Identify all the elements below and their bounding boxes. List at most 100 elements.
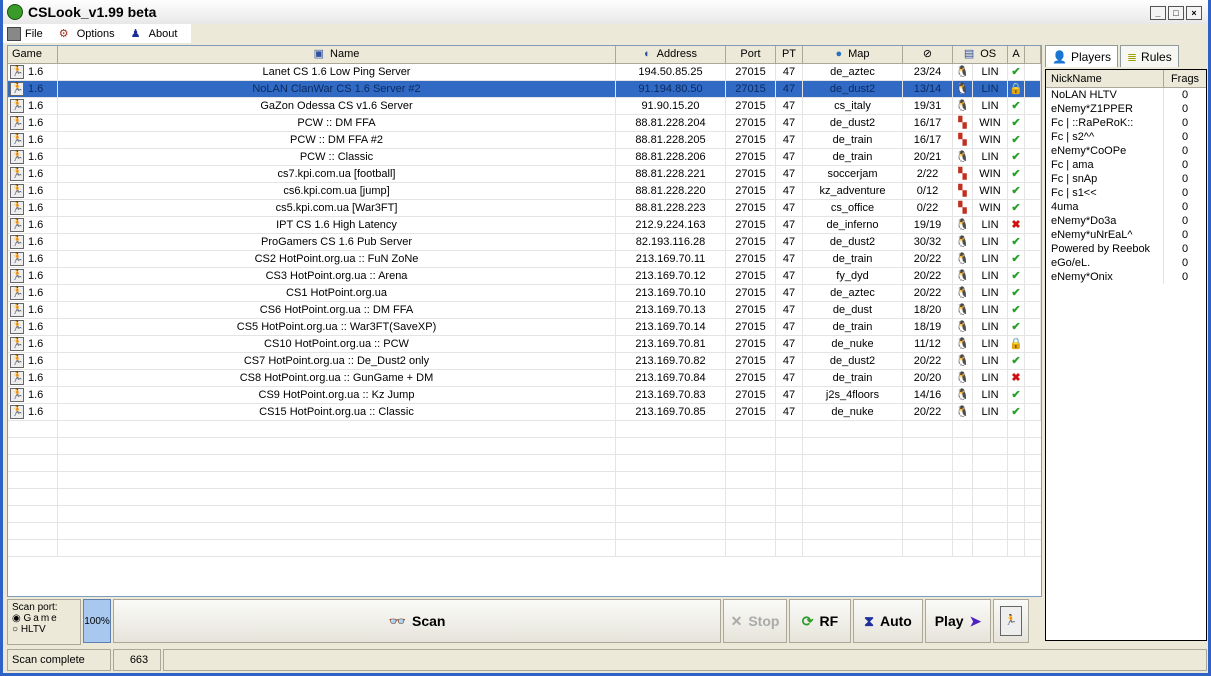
app-logo-icon — [7, 4, 23, 20]
game-cell: 🏃 1.6 — [8, 370, 58, 386]
server-list[interactable]: Game ▣ Name ◐ Address Port PT ● Map ⊘ ▤ OS A… — [7, 45, 1042, 597]
col-pt[interactable]: PT — [776, 46, 803, 63]
status-empty — [163, 649, 1207, 671]
player-row[interactable]: eNemy*uNrEaL^ 0 — [1046, 228, 1206, 242]
game-version: 1.6 — [28, 389, 44, 401]
server-row[interactable]: 🏃 1.6 PCW :: DM FFA #2 88.81.228.205 2701… — [8, 132, 1041, 149]
rf-button[interactable]: ⟳ RF — [789, 599, 851, 643]
col-os[interactable]: ▤ OS — [953, 46, 1008, 63]
menu-file[interactable]: File — [7, 26, 43, 41]
status-bar: Scan complete 663 — [7, 649, 1207, 671]
server-row[interactable]: 🏃 1.6 cs7.kpi.com.ua [football] 88.81.228… — [8, 166, 1041, 183]
server-row[interactable]: 🏃 1.6 ProGamers CS 1.6 Pub Server 82.193.… — [8, 234, 1041, 251]
player-row[interactable]: Fc | s1<< 0 — [1046, 186, 1206, 200]
players-list[interactable]: NickName Frags NoLAN HLTV 0 eNemy*Z1PPER 0 F… — [1045, 69, 1207, 641]
cs-launch-button[interactable]: 🏃 — [993, 599, 1029, 643]
menu-about[interactable]: ♟ About — [131, 27, 178, 41]
game-version: 1.6 — [28, 185, 44, 197]
server-row[interactable]: 🏃 1.6 CS15 HotPoint.org.ua :: Classic 213… — [8, 404, 1041, 421]
server-players: 16/17 — [903, 115, 953, 131]
server-map: cs_italy — [803, 98, 903, 114]
cs-game-icon: 🏃 — [10, 405, 24, 419]
check-icon: ✔ — [1008, 319, 1025, 335]
radio-hltv[interactable]: ○ HLTV — [12, 624, 76, 635]
radio-game[interactable]: ◉ Game — [12, 613, 76, 624]
server-map: de_train — [803, 149, 903, 165]
scan-button[interactable]: 👓 Scan — [113, 599, 721, 643]
server-os: WIN — [973, 166, 1008, 182]
player-row[interactable]: Fc | snAp 0 — [1046, 172, 1206, 186]
server-players: 18/19 — [903, 319, 953, 335]
play-button[interactable]: Play ➤ — [925, 599, 991, 643]
server-row[interactable]: 🏃 1.6 CS2 HotPoint.org.ua :: FuN ZoNe 213… — [8, 251, 1041, 268]
server-row[interactable]: 🏃 1.6 IPT CS 1.6 High Latency 212.9.224.1… — [8, 217, 1041, 234]
menu-options[interactable]: ⚙ Options — [59, 27, 115, 41]
menu-about-label: About — [148, 27, 178, 40]
empty-row — [8, 438, 1041, 455]
server-name: cs5.kpi.com.ua [War3FT] — [58, 200, 616, 216]
player-row[interactable]: NoLAN HLTV 0 — [1046, 88, 1206, 102]
player-row[interactable]: eNemy*Do3a 0 — [1046, 214, 1206, 228]
player-row[interactable]: eNemy*CoOPe 0 — [1046, 144, 1206, 158]
col-nickname[interactable]: NickName — [1046, 70, 1164, 87]
linux-penguin-icon: 🐧 — [953, 234, 973, 250]
server-row[interactable]: 🏃 1.6 CS9 HotPoint.org.ua :: Kz Jump 213.… — [8, 387, 1041, 404]
stop-label: Stop — [748, 613, 780, 629]
empty-row — [8, 489, 1041, 506]
game-version: 1.6 — [28, 406, 44, 418]
player-row[interactable]: eGo/eL. 0 — [1046, 256, 1206, 270]
server-address: 91.194.80.50 — [616, 81, 726, 97]
server-row[interactable]: 🏃 1.6 cs5.kpi.com.ua [War3FT] 88.81.228.2… — [8, 200, 1041, 217]
col-a[interactable]: A — [1008, 46, 1025, 63]
server-row[interactable]: 🏃 1.6 Lanet CS 1.6 Low Ping Server 194.50… — [8, 64, 1041, 81]
player-row[interactable]: Fc | s2^^ 0 — [1046, 130, 1206, 144]
server-row[interactable]: 🏃 1.6 CS3 HotPoint.org.ua :: Arena 213.16… — [8, 268, 1041, 285]
auto-button[interactable]: ⧗ Auto — [853, 599, 923, 643]
server-row[interactable]: 🏃 1.6 GaZon Odessa CS v1.6 Server 91.90.1… — [8, 98, 1041, 115]
cs-game-icon: 🏃 — [10, 303, 24, 317]
server-address: 213.169.70.11 — [616, 251, 726, 267]
server-pt: 47 — [776, 217, 803, 233]
radio-hltv-label: HLTV — [20, 624, 46, 635]
player-row[interactable]: Fc | ama 0 — [1046, 158, 1206, 172]
stop-button[interactable]: ✕ Stop — [723, 599, 787, 643]
server-row[interactable]: 🏃 1.6 PCW :: DM FFA 88.81.228.204 27015 4… — [8, 115, 1041, 132]
cs-game-icon: 🏃 — [10, 116, 24, 130]
player-row[interactable]: Fc | ::RaPeRoK:: 0 — [1046, 116, 1206, 130]
row-empty — [1025, 183, 1041, 199]
player-row[interactable]: eNemy*Z1PPER 0 — [1046, 102, 1206, 116]
col-game[interactable]: Game — [8, 46, 58, 63]
server-row[interactable]: 🏃 1.6 cs6.kpi.com.ua [jump] 88.81.228.220… — [8, 183, 1041, 200]
server-players: 0/12 — [903, 183, 953, 199]
col-address[interactable]: ◐ Address — [616, 46, 726, 63]
col-name[interactable]: ▣ Name — [58, 46, 616, 63]
player-row[interactable]: Powered by Reebok 0 — [1046, 242, 1206, 256]
linux-penguin-icon: 🐧 — [953, 98, 973, 114]
server-map: de_aztec — [803, 64, 903, 80]
server-row[interactable]: 🏃 1.6 CS8 HotPoint.org.ua :: GunGame + DM… — [8, 370, 1041, 387]
server-row[interactable]: 🏃 1.6 PCW :: Classic 88.81.228.206 27015 … — [8, 149, 1041, 166]
tab-players[interactable]: 👤 Players — [1045, 45, 1118, 67]
col-frags[interactable]: Frags — [1164, 70, 1206, 87]
server-players: 20/22 — [903, 353, 953, 369]
server-name: cs6.kpi.com.ua [jump] — [58, 183, 616, 199]
tab-rules[interactable]: ≣ Rules — [1119, 45, 1179, 67]
server-row[interactable]: 🏃 1.6 CS5 HotPoint.org.ua :: War3FT(SaveX… — [8, 319, 1041, 336]
server-row[interactable]: 🏃 1.6 CS7 HotPoint.org.ua :: De_Dust2 onl… — [8, 353, 1041, 370]
game-cell: 🏃 1.6 — [8, 132, 58, 148]
close-button[interactable]: × — [1186, 6, 1202, 20]
maximize-button[interactable]: □ — [1168, 6, 1184, 20]
server-row[interactable]: 🏃 1.6 CS1 HotPoint.org.ua 213.169.70.10 2… — [8, 285, 1041, 302]
player-row[interactable]: 4uma 0 — [1046, 200, 1206, 214]
server-row[interactable]: 🏃 1.6 CS10 HotPoint.org.ua :: PCW 213.169… — [8, 336, 1041, 353]
server-row[interactable]: 🏃 1.6 CS6 HotPoint.org.ua :: DM FFA 213.1… — [8, 302, 1041, 319]
col-port[interactable]: Port — [726, 46, 776, 63]
player-row[interactable]: eNemy*Onix 0 — [1046, 270, 1206, 284]
col-players[interactable]: ⊘ — [903, 46, 953, 63]
minimize-button[interactable]: _ — [1150, 6, 1166, 20]
server-name: CS5 HotPoint.org.ua :: War3FT(SaveXP) — [58, 319, 616, 335]
server-address: 88.81.228.221 — [616, 166, 726, 182]
server-row[interactable]: 🏃 1.6 NoLAN ClanWar CS 1.6 Server #2 91.1… — [8, 81, 1041, 98]
server-players: 20/21 — [903, 149, 953, 165]
col-map[interactable]: ● Map — [803, 46, 903, 63]
